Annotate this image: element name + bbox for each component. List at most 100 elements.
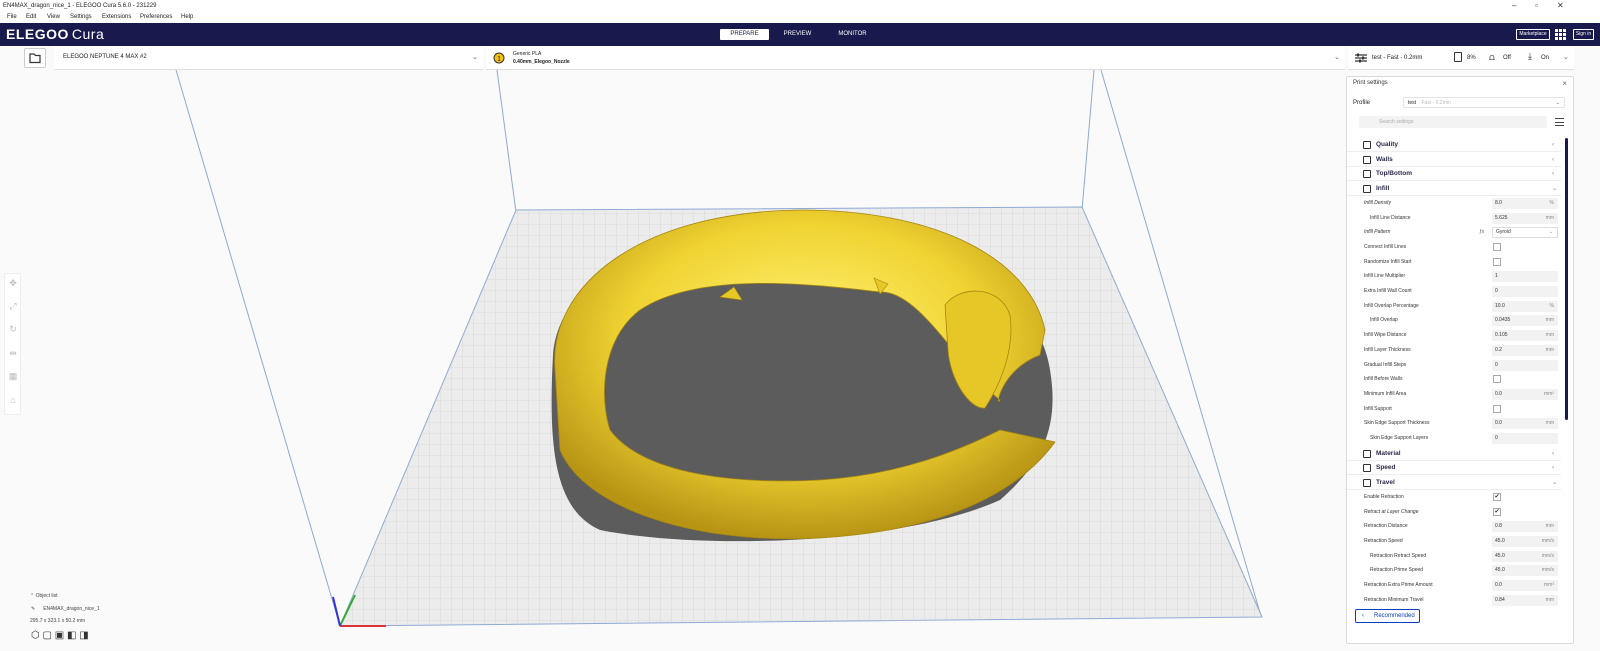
print-setup-selector[interactable]: test - Fast - 0.2mm 8% ⩍ Off ⤓ On ⌄ <box>1348 46 1574 70</box>
panel-title: Print settings <box>1353 80 1388 86</box>
setting-row: Infill Support <box>1347 402 1561 417</box>
mirror-tool-icon[interactable]: ⇹ <box>8 348 18 358</box>
view-3d-icon[interactable]: ⬡ <box>31 630 40 641</box>
category-top-bottom[interactable]: Top/Bottom ‹ <box>1347 166 1561 182</box>
setting-value-input[interactable]: 10.0% <box>1492 300 1558 312</box>
view-front-icon[interactable]: ▢ <box>43 630 52 641</box>
folder-icon <box>29 53 41 64</box>
category-material[interactable]: Material ‹ <box>1347 446 1561 461</box>
setting-checkbox[interactable] <box>1493 242 1501 251</box>
setting-row: Retraction Prime Speed 45.0 mm/s <box>1347 563 1561 578</box>
tab-preview[interactable]: PREVIEW <box>776 29 819 40</box>
material-selector[interactable]: 1 Generic PLA 0.40mm_Elegoo_Nozzle ⌄ <box>486 46 1345 70</box>
setting-value-input[interactable]: 8.0% <box>1492 197 1558 209</box>
profile-dropdown[interactable]: test Fast - 0.2mm ⌄ <box>1403 97 1565 108</box>
sign-in-button[interactable]: Sign in <box>1573 29 1594 40</box>
setting-value-input[interactable]: 0 <box>1492 286 1558 297</box>
setting-checkbox[interactable]: ✔ <box>1493 507 1501 516</box>
menu-preferences[interactable]: Preferences <box>140 12 172 23</box>
open-file-button[interactable] <box>24 48 46 68</box>
category-walls[interactable]: Walls ‹ <box>1347 152 1561 167</box>
setting-value-input[interactable]: 5.625 mm <box>1492 212 1558 224</box>
setting-dropdown[interactable]: Gyroid ⌄ <box>1492 227 1558 239</box>
menu-extensions[interactable]: Extensions <box>102 12 131 23</box>
maximize-icon[interactable]: ▫ <box>1535 0 1538 12</box>
support-blocker-icon[interactable]: ⌂ <box>8 395 18 405</box>
printer-name: ELEGOO NEPTUNE 4 MAX #2 <box>63 54 147 60</box>
printer-selector[interactable]: ELEGOO NEPTUNE 4 MAX #2 ⌄ <box>54 46 484 70</box>
settings-scrollbar[interactable] <box>1565 138 1568 420</box>
chevron-left-icon: ‹ <box>1552 464 1555 472</box>
tab-monitor[interactable]: MONITOR <box>829 29 876 40</box>
settings-search-input[interactable]: Search settings <box>1359 116 1547 128</box>
setting-value-input[interactable]: 1 <box>1492 271 1558 283</box>
setting-value-input[interactable]: 0.0 mm² <box>1492 388 1558 400</box>
setting-value-input[interactable]: 45.0 mm/s <box>1492 565 1558 577</box>
chevron-up-icon: ⌃ <box>30 593 35 599</box>
setting-row: Infill Line Multiplier 1 <box>1347 269 1561 284</box>
setting-checkbox[interactable]: ✔ <box>1493 492 1501 501</box>
category-icon <box>1363 185 1371 194</box>
setting-label: Retract at Layer Change <box>1364 508 1419 515</box>
category-icon <box>1363 141 1371 149</box>
rotate-tool-icon[interactable]: ↻ <box>8 324 18 334</box>
setting-value-input[interactable]: 0 <box>1492 359 1558 371</box>
setting-value-input[interactable]: 45.0 mm/s <box>1492 535 1558 547</box>
setting-row: Infill Wipe Distance 0.105 mm <box>1347 328 1561 343</box>
move-tool-icon[interactable]: ✥ <box>8 278 18 288</box>
category-quality[interactable]: Quality ‹ <box>1347 137 1561 152</box>
setting-checkbox[interactable] <box>1493 257 1501 266</box>
view-left-icon[interactable]: ◧ <box>67 630 76 641</box>
setting-row: Infill Overlap Percentage 10.0% <box>1347 299 1561 314</box>
setting-value-input[interactable]: 0.8 mm <box>1492 521 1558 533</box>
setting-label: Infill Pattern <box>1364 229 1391 236</box>
view-top-icon[interactable]: ▣ <box>55 630 64 641</box>
apps-grid-icon[interactable] <box>1555 29 1566 40</box>
object-list-toggle[interactable]: ⌃ Object list <box>30 593 58 599</box>
sliders-icon <box>1355 53 1367 63</box>
setting-value-input[interactable]: 0 <box>1492 433 1558 444</box>
setting-label: Retraction Prime Speed <box>1370 567 1424 574</box>
settings-menu-icon[interactable] <box>1555 118 1564 127</box>
setting-value-input[interactable]: 0.0 mm³ <box>1492 580 1558 591</box>
setting-value-input[interactable]: 0.0435 mm <box>1492 315 1558 327</box>
menu-settings[interactable]: Settings <box>70 12 92 23</box>
scale-tool-icon[interactable]: ⤢ <box>8 301 18 311</box>
setting-value-input[interactable]: 45.0 mm/s <box>1492 550 1558 562</box>
recommended-button[interactable]: ‹ Recommended <box>1355 609 1420 623</box>
category-icon <box>1363 449 1371 458</box>
view-right-icon[interactable]: ◨ <box>79 630 88 641</box>
object-dimensions: 295.7 x 323.1 x 50.2 mm <box>30 618 86 624</box>
tab-prepare[interactable]: PREPARE <box>720 29 769 40</box>
setting-row: Randomize Infill Start <box>1347 255 1561 270</box>
chevron-left-icon: ‹ <box>1552 141 1555 148</box>
setting-row: Skin Edge Support Thickness 0.0 mm <box>1347 416 1561 431</box>
setting-row: Retraction Minimum Travel 0.84 mm <box>1347 593 1561 608</box>
menu-file[interactable]: File <box>7 12 17 23</box>
chevron-down-icon: ⌄ <box>472 54 478 61</box>
setting-checkbox[interactable] <box>1493 404 1501 413</box>
setting-checkbox[interactable] <box>1493 375 1501 384</box>
function-icon[interactable]: ƒx <box>1479 225 1484 240</box>
setting-label: Enable Retraction <box>1364 493 1404 500</box>
setting-value-input[interactable]: 0.2 mm <box>1492 344 1558 356</box>
marketplace-button[interactable]: Marketplace <box>1516 29 1550 40</box>
category-speed[interactable]: Speed ‹ <box>1347 460 1561 476</box>
setting-label: Infill Density <box>1364 199 1391 206</box>
close-window-icon[interactable]: ✕ <box>1557 0 1564 12</box>
setting-label: Infill Overlap Percentage <box>1364 302 1419 309</box>
menu-view[interactable]: View <box>47 12 60 23</box>
category-travel[interactable]: Travel ⌄ <box>1347 475 1561 491</box>
object-name[interactable]: EN4MAX_dragon_nice_1 <box>43 606 99 612</box>
close-icon[interactable]: × <box>1562 79 1567 88</box>
minimize-icon[interactable]: – <box>1512 0 1516 12</box>
menu-help[interactable]: Help <box>181 12 193 23</box>
setting-value-input[interactable]: 0.105 mm <box>1492 330 1558 342</box>
setting-value-input[interactable]: 0.84 mm <box>1492 594 1558 606</box>
setting-label: Connect Infill Lines <box>1364 243 1407 250</box>
chevron-down-icon: ⌄ <box>1555 100 1560 106</box>
setting-value-input[interactable]: 0.0 mm <box>1492 418 1558 430</box>
per-model-settings-icon[interactable]: ▦ <box>8 371 18 381</box>
menu-edit[interactable]: Edit <box>26 12 36 23</box>
category-infill[interactable]: Infill ⌄ <box>1347 181 1561 197</box>
